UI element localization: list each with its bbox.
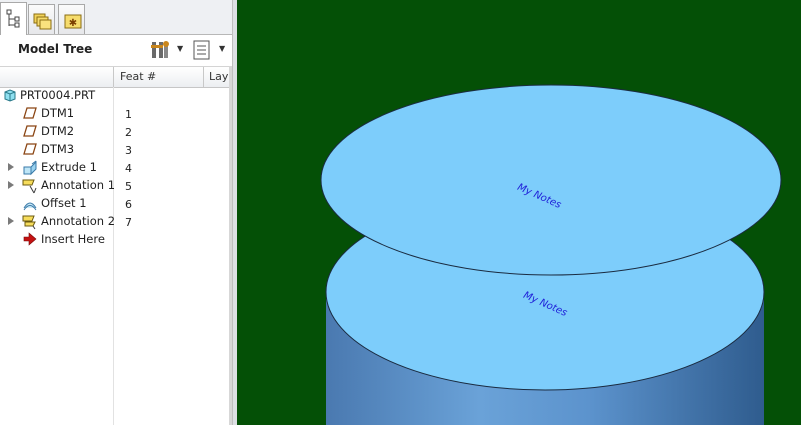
tree-item-dtm1[interactable]: DTM1 1 [0,105,232,123]
datum-plane-icon [23,125,37,137]
tree-root[interactable]: PRT0004.PRT [0,87,232,105]
graphics-window[interactable]: My Notes My Notes [237,0,801,425]
tree-item-label: DTM3 [41,142,75,156]
creo-window: ✱ Model Tree ▼ ▼ Feat # Lay PRT0004.PRT … [0,0,801,425]
tree-item-feat-number: 3 [125,144,132,157]
tree-item-annotation-1[interactable]: Annotation 1 5 [0,177,232,195]
offset-icon [23,202,37,211]
tree-item-feat-number: 7 [125,216,132,229]
tab-model-tree[interactable] [0,2,27,35]
column-separator[interactable] [113,67,114,87]
tree-item-label: Extrude 1 [41,160,97,174]
show-options-icon[interactable] [193,40,211,60]
offset-surface [320,84,782,276]
tree-item-extrude-1[interactable]: Extrude 1 4 [0,159,232,177]
model-viewport [320,84,782,425]
tree-item-feat-number: 5 [125,180,132,193]
tree-item-label: DTM1 [41,106,75,120]
tree-item-insert-here[interactable]: Insert Here [0,231,232,249]
tree-item-label: Insert Here [41,232,105,246]
tree-item-feat-number: 2 [125,126,132,139]
tree-item-annotation-2[interactable]: Annotation 2 7 [0,213,232,231]
tab-favorites[interactable]: ✱ [58,4,85,34]
expand-arrow-icon[interactable] [8,217,14,225]
svg-text:✱: ✱ [69,18,77,29]
tree-item-label: Annotation 1 [41,178,116,192]
model-tree-header: Model Tree ▼ ▼ [0,35,232,65]
tree-item-label: Annotation 2 [41,214,116,228]
navigator-panel: ✱ Model Tree ▼ ▼ Feat # Lay PRT0004.PRT … [0,0,233,425]
tree-item-offset-1[interactable]: Offset 1 6 [0,195,232,213]
extrude-icon [23,160,37,176]
tools-dropdown-icon[interactable]: ▼ [177,44,183,53]
annotation-icon [22,179,37,194]
column-header: Feat # Lay [0,66,232,88]
datum-plane-icon [23,107,37,119]
expand-arrow-icon[interactable] [8,181,14,189]
insert-here-icon [23,232,37,246]
tree-root-label: PRT0004.PRT [20,88,96,102]
settings-tools-icon[interactable] [150,40,172,60]
part-icon [4,89,16,102]
expand-arrow-icon[interactable] [8,163,14,171]
tree-item-dtm2[interactable]: DTM2 2 [0,123,232,141]
tree-item-feat-number: 6 [125,198,132,211]
tree-item-feat-number: 4 [125,162,132,175]
tree-item-label: DTM2 [41,124,75,138]
datum-plane-icon [23,143,37,155]
navigator-tabs: ✱ [0,0,232,35]
panel-title: Model Tree [18,42,93,56]
folder-browser-tab-icon [33,13,52,30]
tree-item-feat-number: 1 [125,108,132,121]
column-separator[interactable] [203,67,204,87]
column-feat-number[interactable]: Feat # [120,70,156,83]
favorites-tab-icon: ✱ [64,14,82,29]
tree-item-dtm3[interactable]: DTM3 3 [0,141,232,159]
show-dropdown-icon[interactable]: ▼ [219,44,225,53]
column-layer[interactable]: Lay [209,70,228,83]
tab-folder-browser[interactable] [28,4,55,34]
model-tree-tab-icon [6,9,20,28]
tree-item-label: Offset 1 [41,196,87,210]
annotation-icon [22,215,36,230]
model-tree: PRT0004.PRT DTM1 1 DTM2 2 DTM3 3 Extrude… [0,87,232,425]
